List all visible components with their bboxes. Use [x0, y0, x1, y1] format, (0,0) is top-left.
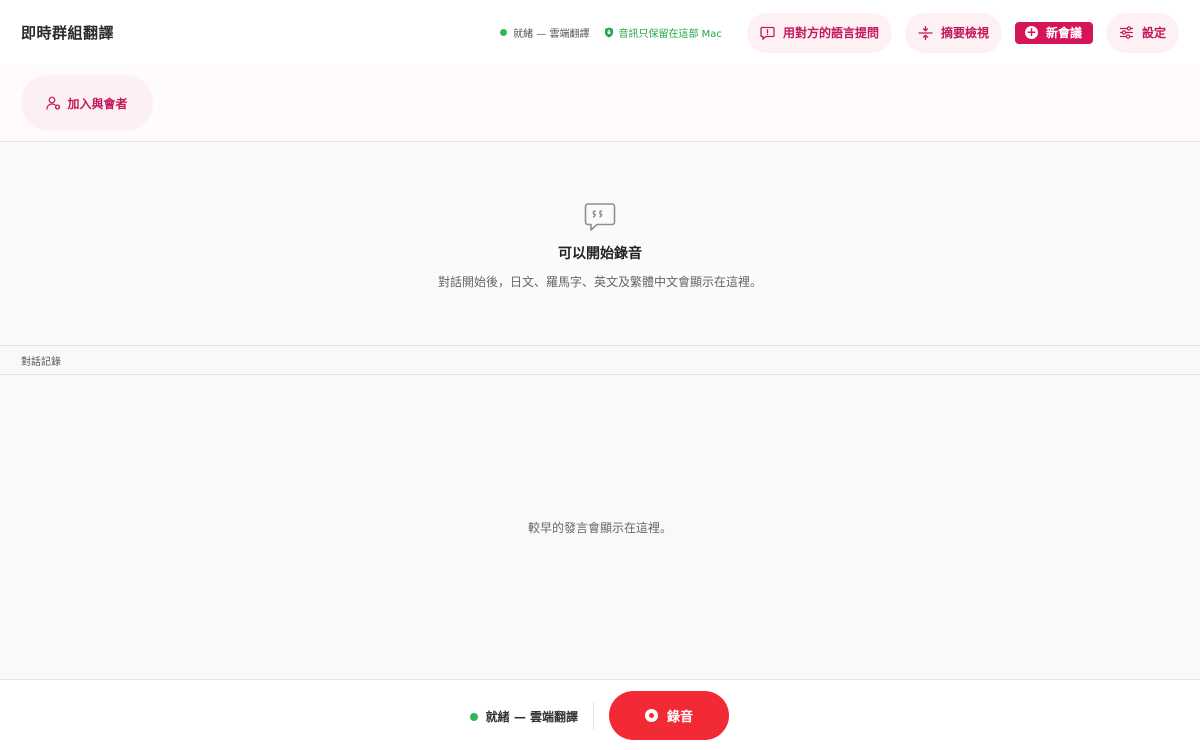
- privacy-text: 音訊只保留在這部 Mac: [618, 29, 722, 40]
- empty-state-description: 對話開始後，日文、羅馬字、英文及繁體中文會顯示在這裡。: [437, 275, 762, 289]
- empty-state-title: 可以開始錄音: [558, 246, 642, 262]
- plus-circle-icon: +: [1024, 25, 1038, 39]
- ask-in-their-language-button[interactable]: 用對方的語言提問: [746, 12, 892, 53]
- top-toolbar: 即時群組翻譯 就緒 — 雲端翻譯 音訊只保留在這部 Mac 用對方的語言提問 摘…: [0, 0, 1200, 65]
- add-participant-button[interactable]: 加入與會者: [21, 75, 153, 131]
- add-participant-label: 加入與會者: [67, 96, 128, 111]
- compress-icon: [918, 25, 933, 40]
- ask-button-label: 用對方的語言提問: [782, 26, 879, 40]
- record-icon: [644, 709, 658, 722]
- summary-view-button[interactable]: 摘要檢視: [904, 12, 1002, 53]
- history-placeholder: 較早的發言會顯示在這裡。: [527, 521, 672, 535]
- bottom-bar: 就緒 — 雲端翻譯 錄音: [0, 679, 1200, 750]
- app-title: 即時群組翻譯: [21, 24, 115, 42]
- status-dot-icon: [500, 29, 508, 36]
- quote-bubble-icon: [584, 203, 616, 231]
- live-transcript-area: 可以開始錄音 對話開始後，日文、羅馬字、英文及繁體中文會顯示在這裡。: [0, 143, 1200, 346]
- chat-question-icon: [760, 26, 775, 40]
- new-meeting-label: 新會議: [1045, 26, 1082, 40]
- participants-bar: 加入與會者: [0, 65, 1200, 142]
- privacy-notice: 音訊只保留在這部 Mac: [604, 25, 722, 40]
- new-meeting-button[interactable]: + 新會議: [1014, 21, 1093, 44]
- toolbar-actions: 就緒 — 雲端翻譯 音訊只保留在這部 Mac 用對方的語言提問 摘要檢視 + 新…: [500, 12, 1179, 53]
- status-text: 就緒 — 雲端翻譯: [513, 29, 590, 40]
- settings-button[interactable]: 設定: [1105, 12, 1179, 53]
- footer-status-text: 就緒 — 雲端翻譯: [485, 710, 578, 724]
- conversation-log-header: 對話記錄: [0, 347, 1200, 375]
- add-person-icon: [46, 96, 61, 110]
- conversation-history: 較早的發言會顯示在這裡。: [0, 375, 1200, 679]
- shield-icon: [604, 27, 613, 38]
- conversation-log-label: 對話記錄: [21, 357, 61, 368]
- sliders-icon: [1119, 26, 1133, 39]
- footer-status-dot-icon: [469, 712, 478, 721]
- summary-button-label: 摘要檢視: [940, 26, 989, 40]
- connection-status: 就緒 — 雲端翻譯: [500, 25, 590, 40]
- footer-divider: [593, 702, 594, 730]
- record-button[interactable]: 錄音: [609, 691, 729, 740]
- footer-status: 就緒 — 雲端翻譯: [469, 708, 578, 725]
- settings-label: 設定: [1141, 26, 1166, 40]
- record-button-label: 錄音: [666, 710, 693, 725]
